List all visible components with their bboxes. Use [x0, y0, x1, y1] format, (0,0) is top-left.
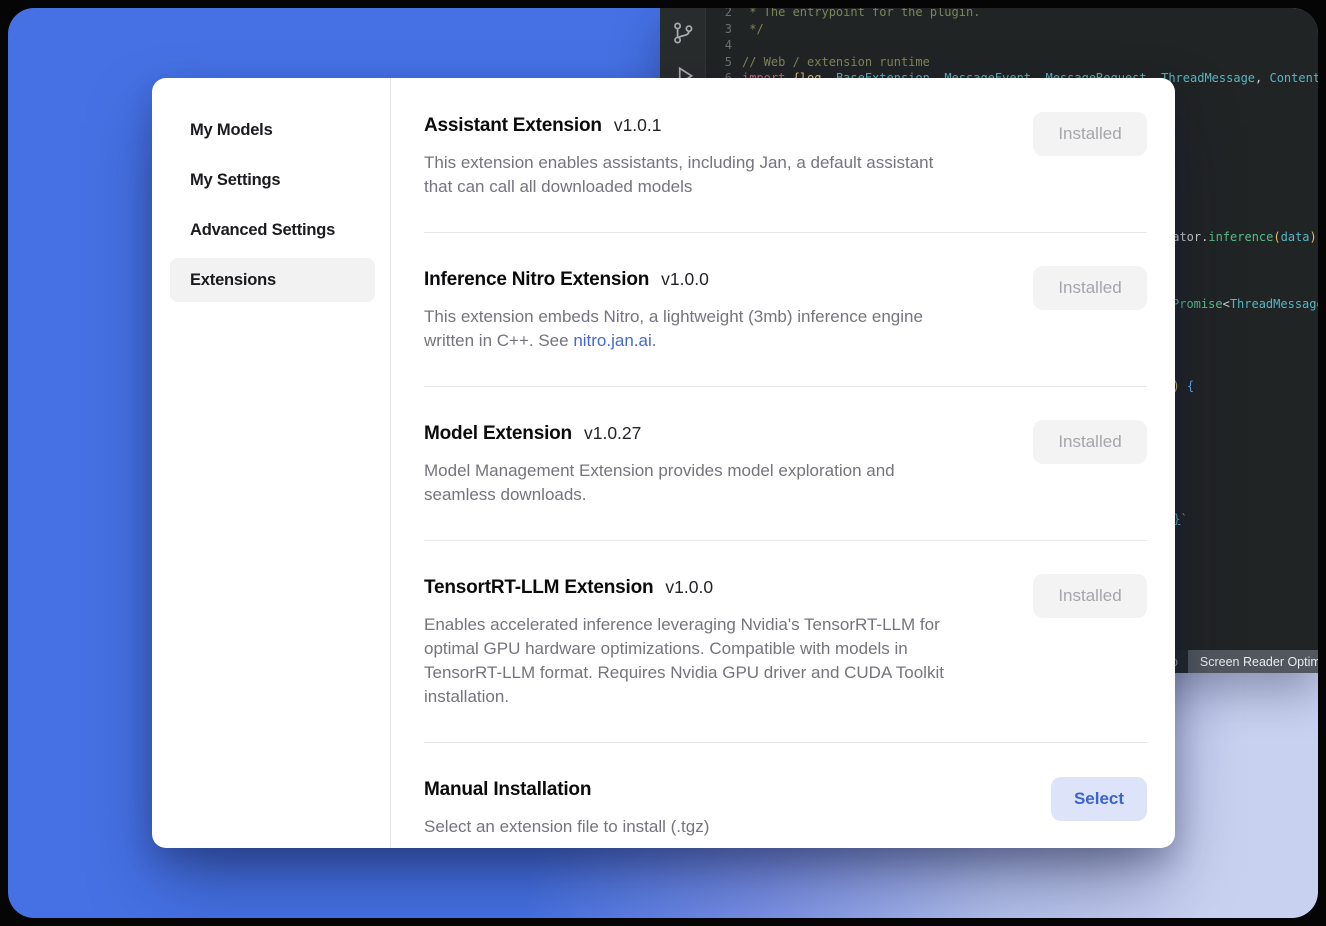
extension-entry: Model Extension v1.0.27 Model Management… [424, 387, 1147, 541]
extension-version: v1.0.1 [614, 112, 662, 138]
desktop-background: 2 * The entrypoint for the plugin.3 */45… [8, 8, 1318, 918]
manual-installation-entry: Manual Installation Select an extension … [424, 743, 1147, 848]
extension-name: Model Extension [424, 421, 572, 447]
installed-button[interactable]: Installed [1033, 112, 1147, 156]
extension-version: v1.0.0 [661, 266, 709, 292]
screenshot-root: 2 * The entrypoint for the plugin.3 */45… [0, 0, 1326, 926]
select-file-button[interactable]: Select [1051, 777, 1147, 821]
sidebar-item-my-settings[interactable]: My Settings [170, 158, 375, 202]
sidebar-item-my-models[interactable]: My Models [170, 108, 375, 152]
code-fragment: Promise<ThreadMessage> [1172, 297, 1318, 311]
extension-description: This extension embeds Nitro, a lightweig… [424, 305, 923, 353]
sidebar-item-advanced-settings[interactable]: Advanced Settings [170, 208, 375, 252]
installed-button[interactable]: Installed [1033, 266, 1147, 310]
extension-entry: Inference Nitro Extension v1.0.0 This ex… [424, 233, 1147, 387]
extension-description: This extension enables assistants, inclu… [424, 151, 933, 199]
extension-description: Model Management Extension provides mode… [424, 459, 895, 507]
manual-installation-description: Select an extension file to install (.tg… [424, 815, 709, 839]
settings-sidebar: My Models My Settings Advanced Settings … [152, 78, 391, 848]
extension-version: v1.0.0 [665, 574, 713, 600]
screen-reader-status-item[interactable]: Screen Reader Optimize [1188, 650, 1318, 673]
extension-name: TensortRT-LLM Extension [424, 575, 653, 601]
settings-modal: My Models My Settings Advanced Settings … [152, 78, 1175, 848]
extension-entry: TensortRT-LLM Extension v1.0.0 Enables a… [424, 541, 1147, 743]
installed-button[interactable]: Installed [1033, 420, 1147, 464]
nitro-jan-ai-link[interactable]: nitro.jan.ai. [573, 331, 656, 350]
manual-installation-title: Manual Installation [424, 777, 591, 803]
extension-entry: Assistant Extension v1.0.1 This extensio… [424, 78, 1147, 233]
extension-name: Inference Nitro Extension [424, 267, 649, 293]
extension-version: v1.0.27 [584, 420, 641, 446]
installed-button[interactable]: Installed [1033, 574, 1147, 618]
extensions-panel: Assistant Extension v1.0.1 This extensio… [391, 78, 1175, 848]
sidebar-item-extensions[interactable]: Extensions [170, 258, 375, 302]
extension-description: Enables accelerated inference leveraging… [424, 613, 944, 709]
code-fragment: rator.inference(data)); [1165, 230, 1318, 244]
extension-name: Assistant Extension [424, 113, 602, 139]
